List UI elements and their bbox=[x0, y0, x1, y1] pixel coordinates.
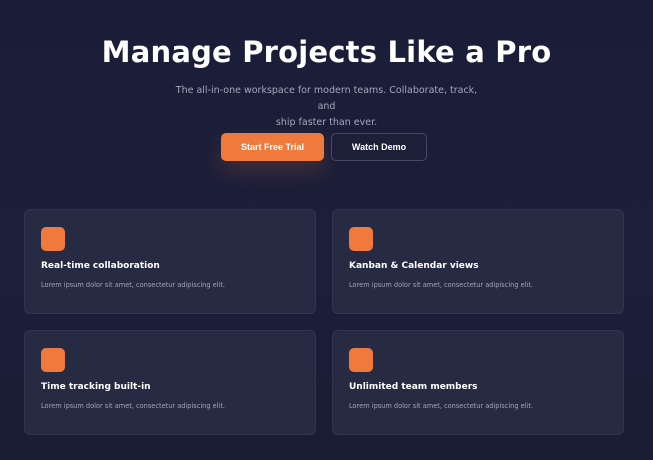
feature-card-kanban-calendar: Kanban & Calendar views Lorem ipsum dolo… bbox=[332, 209, 624, 314]
feature-title: Time tracking built-in bbox=[41, 382, 151, 392]
hero-subtitle-line-1: The all-in-one workspace for modern team… bbox=[175, 85, 478, 112]
start-free-trial-button[interactable]: Start Free Trial bbox=[221, 133, 324, 161]
hero-title: Manage Projects Like a Pro bbox=[101, 35, 552, 69]
feature-card-unlimited-members: Unlimited team members Lorem ipsum dolor… bbox=[332, 330, 624, 435]
feature-title: Unlimited team members bbox=[349, 382, 478, 392]
feature-description: Lorem ipsum dolor sit amet, consectetur … bbox=[349, 402, 534, 410]
watch-demo-button[interactable]: Watch Demo bbox=[331, 133, 427, 161]
feature-title: Real-time collaboration bbox=[41, 261, 160, 271]
feature-title: Kanban & Calendar views bbox=[349, 261, 479, 271]
hero-subtitle: The all-in-one workspace for modern team… bbox=[166, 83, 487, 131]
feature-icon bbox=[41, 348, 65, 372]
feature-description: Lorem ipsum dolor sit amet, consectetur … bbox=[349, 281, 534, 289]
feature-icon bbox=[41, 227, 65, 251]
feature-icon bbox=[349, 227, 373, 251]
feature-description: Lorem ipsum dolor sit amet, consectetur … bbox=[41, 402, 226, 410]
feature-card-time-tracking: Time tracking built-in Lorem ipsum dolor… bbox=[24, 330, 316, 435]
feature-card-realtime-collaboration: Real-time collaboration Lorem ipsum dolo… bbox=[24, 209, 316, 314]
feature-icon bbox=[349, 348, 373, 372]
hero-subtitle-line-2: ship faster than ever. bbox=[275, 117, 378, 128]
feature-description: Lorem ipsum dolor sit amet, consectetur … bbox=[41, 281, 226, 289]
